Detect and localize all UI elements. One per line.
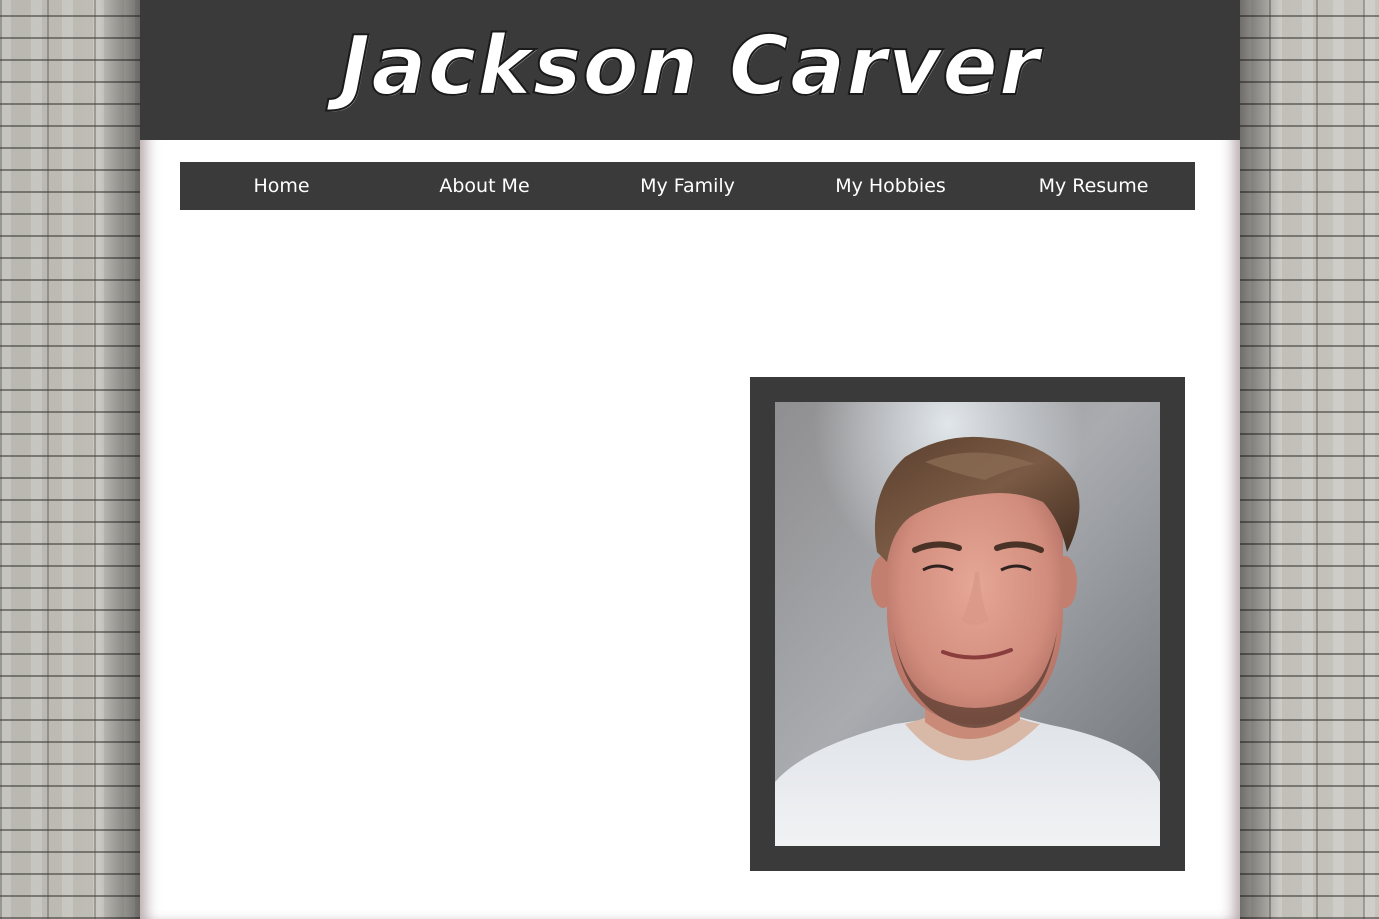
site-title: Jackson Carver	[339, 19, 1041, 114]
portrait-photo-icon	[775, 402, 1160, 846]
background-wall-shade-left	[100, 0, 140, 919]
nav-item-home[interactable]: Home	[180, 162, 383, 210]
site-header: Jackson Carver	[140, 0, 1240, 140]
main-nav: Home About Me My Family My Hobbies My Re…	[180, 162, 1195, 210]
nav-item-my-hobbies[interactable]: My Hobbies	[789, 162, 992, 210]
nav-item-my-resume[interactable]: My Resume	[992, 162, 1195, 210]
profile-photo	[775, 402, 1160, 846]
background-wall-shade-right	[1240, 0, 1280, 919]
nav-item-about-me[interactable]: About Me	[383, 162, 586, 210]
nav-item-my-family[interactable]: My Family	[586, 162, 789, 210]
page-body: { "header": { "site_title": "Jackson Car…	[0, 0, 1379, 919]
page-container: Jackson Carver Home About Me My Family M…	[140, 0, 1240, 919]
profile-photo-frame	[750, 377, 1185, 871]
